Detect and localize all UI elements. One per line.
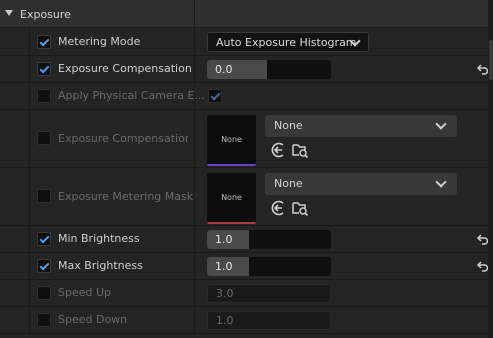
property-row-metering-mode: Metering Mode Auto Exposure Histogram [0, 28, 488, 56]
scrollbar-thumb[interactable] [489, 40, 493, 80]
chevron-down-icon [435, 176, 447, 188]
browse-asset-icon[interactable] [291, 141, 309, 159]
browse-asset-icon[interactable] [291, 199, 309, 217]
min-brightness-spinbox[interactable]: 1.0 [207, 230, 331, 249]
metering-mode-value: Auto Exposure Histogram [216, 36, 357, 49]
speed-up-value: 3.0 [216, 287, 234, 300]
mask-asset-picker[interactable]: None [265, 173, 457, 195]
apply-physical-camera-value-checkbox[interactable] [208, 89, 222, 103]
property-row-min-brightness: Min Brightness 1.0 [0, 226, 489, 253]
category-title: Exposure [20, 8, 71, 21]
exposure-metering-mask-label: Exposure Metering Mask [58, 190, 194, 203]
property-row-exposure-compensation-curve: Exposure Compensation... None None [0, 110, 488, 168]
curve-asset-picker[interactable]: None [265, 115, 457, 137]
speed-down-override-checkbox[interactable] [37, 313, 51, 327]
metering-mode-dropdown[interactable]: Auto Exposure Histogram [207, 32, 369, 52]
exposure-compensation-value: 0.0 [215, 63, 233, 76]
details-panel: Exposure Metering Mode Auto Exposure His… [0, 0, 489, 338]
property-row-exposure-metering-mask: Exposure Metering Mask None None [0, 168, 488, 226]
max-brightness-value: 1.0 [215, 260, 233, 273]
speed-up-override-checkbox[interactable] [37, 286, 51, 300]
chevron-down-icon [435, 118, 447, 130]
collapse-arrow-icon[interactable] [5, 10, 13, 16]
speed-up-label: Speed Up [58, 286, 112, 299]
speed-down-label: Speed Down [58, 313, 128, 326]
min-brightness-label: Min Brightness [58, 232, 140, 245]
max-brightness-label: Max Brightness [58, 259, 143, 272]
mask-asset-thumbnail[interactable]: None [207, 173, 256, 224]
min-brightness-value: 1.0 [215, 233, 233, 246]
property-row-apply-physical-camera-exposure: Apply Physical Camera E... [0, 83, 488, 110]
speed-down-value: 1.0 [216, 314, 234, 327]
exposure-compensation-curve-label: Exposure Compensation... [58, 132, 188, 145]
max-brightness-override-checkbox[interactable] [37, 259, 51, 273]
vertical-scrollbar[interactable] [488, 0, 493, 338]
exposure-compensation-label: Exposure Compensation [58, 62, 192, 75]
property-row-exposure-compensation: Exposure Compensation 0.0 [0, 56, 489, 83]
use-selected-asset-icon[interactable] [269, 141, 287, 159]
metering-mode-label: Metering Mode [58, 35, 141, 48]
use-selected-asset-icon[interactable] [269, 199, 287, 217]
mask-asset-value: None [274, 177, 303, 190]
metering-mode-override-checkbox[interactable] [37, 35, 51, 49]
apply-physical-camera-override-checkbox[interactable] [37, 89, 51, 103]
curve-asset-thumbnail[interactable]: None [207, 115, 256, 166]
property-row-speed-down: Speed Down 1.0 [0, 307, 488, 334]
property-row-max-brightness: Max Brightness 1.0 [0, 253, 489, 280]
apply-physical-camera-label: Apply Physical Camera E... [58, 89, 205, 102]
speed-up-spinbox[interactable]: 3.0 [207, 284, 331, 303]
mask-thumbnail-text: None [221, 193, 242, 202]
exposure-compensation-spinbox[interactable]: 0.0 [207, 60, 331, 79]
speed-down-spinbox[interactable]: 1.0 [207, 311, 331, 330]
min-brightness-override-checkbox[interactable] [37, 232, 51, 246]
exposure-compensation-curve-override-checkbox[interactable] [37, 131, 51, 145]
curve-asset-value: None [274, 119, 303, 132]
max-brightness-spinbox[interactable]: 1.0 [207, 257, 331, 276]
exposure-category-header[interactable]: Exposure [0, 0, 488, 28]
exposure-metering-mask-override-checkbox[interactable] [37, 189, 51, 203]
exposure-compensation-override-checkbox[interactable] [37, 62, 51, 76]
property-row-speed-up: Speed Up 3.0 [0, 280, 488, 307]
curve-thumbnail-text: None [221, 135, 242, 144]
